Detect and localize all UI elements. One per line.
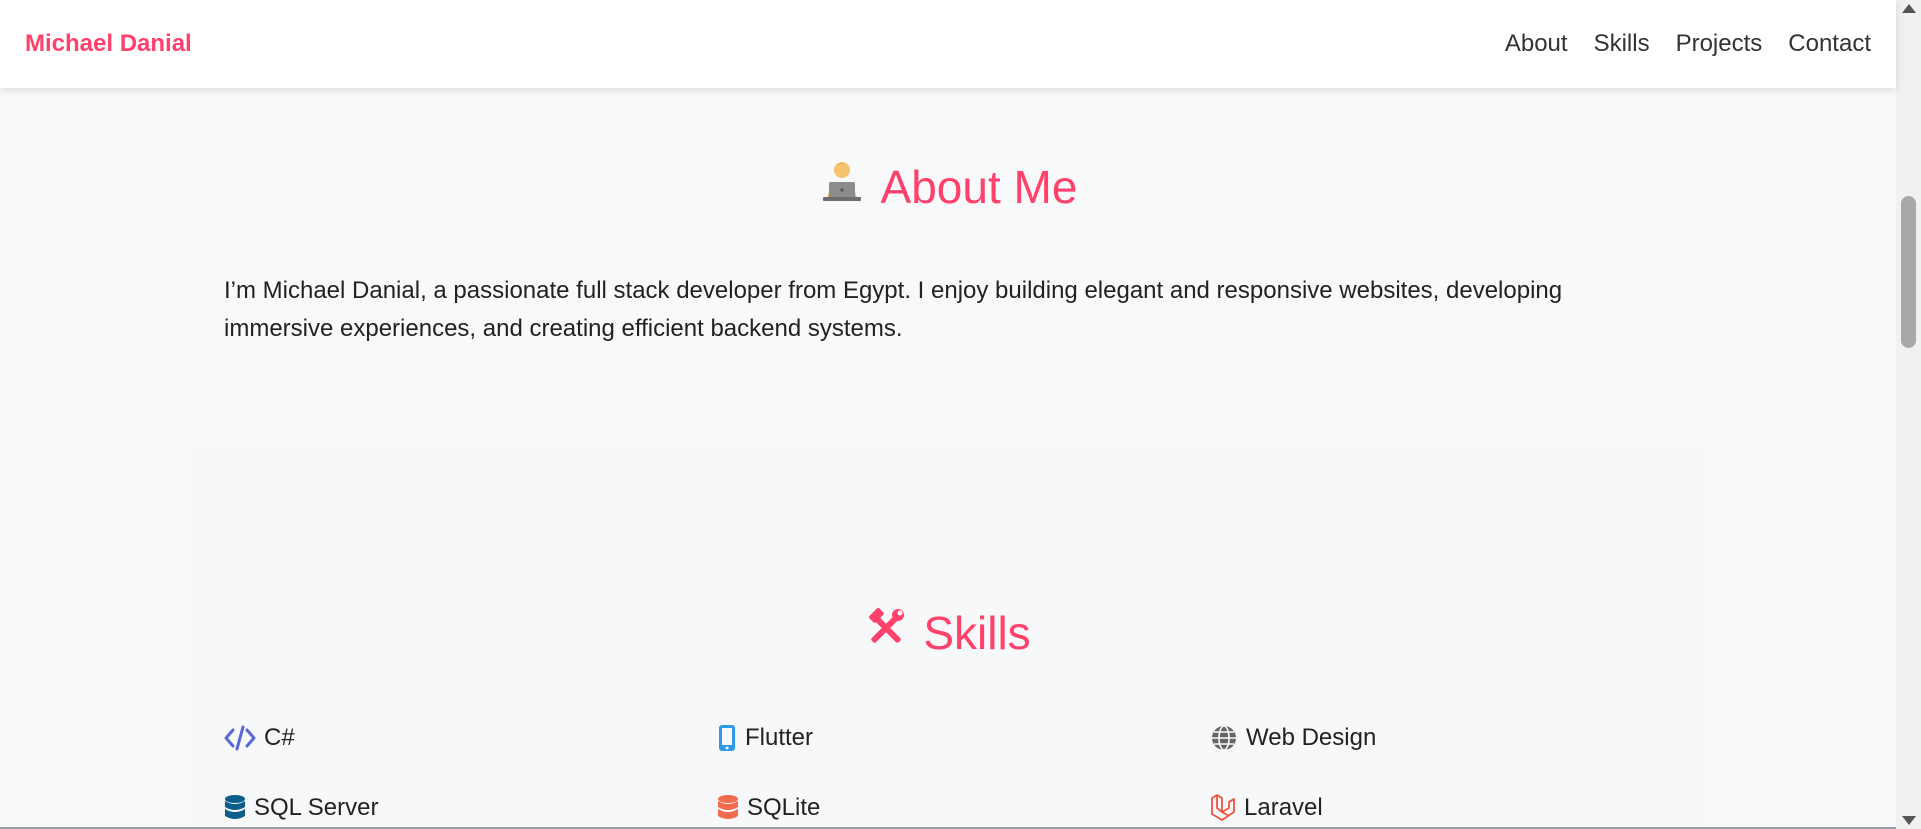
nav-link-about[interactable]: About [1505,30,1568,58]
database-icon [717,794,739,822]
skill-item-csharp: C# [224,724,295,752]
scrollbar[interactable] [1896,0,1921,829]
scroll-thumb[interactable] [1901,196,1916,348]
nav-link-contact[interactable]: Contact [1788,30,1871,58]
skill-item-sql-server: SQL Server [224,794,379,822]
main-content: About Me I’m Michael Danial, a passionat… [0,88,1896,829]
code-icon [224,725,256,751]
about-paragraph: I’m Michael Danial, a passionate full st… [224,277,1563,342]
scroll-up-arrow-icon[interactable] [1902,4,1916,13]
skill-item-sqlite: SQLite [717,794,820,822]
skill-label: SQLite [747,794,821,821]
skill-label: Laravel [1244,794,1323,821]
skills-title: Skills [923,607,1031,659]
skill-item-laravel: Laravel [1210,794,1323,822]
technologist-icon [819,158,865,215]
skill-label: SQL Server [254,794,379,821]
database-icon [224,794,246,822]
about-heading: About Me [0,158,1896,215]
laravel-icon [1210,794,1236,822]
skill-label: C# [264,724,295,751]
mobile-phone-icon [717,724,737,752]
about-title: About Me [880,160,1078,213]
navbar: Michael Danial About Skills Projects Con… [0,0,1896,88]
nav-links: About Skills Projects Contact [1505,30,1871,58]
scroll-down-arrow-icon[interactable] [1902,816,1916,825]
skill-item-web-design: Web Design [1210,724,1376,752]
skills-heading: Skills [0,606,1896,660]
brand-logo[interactable]: Michael Danial [25,30,192,58]
nav-link-skills[interactable]: Skills [1594,30,1650,58]
nav-link-projects[interactable]: Projects [1676,30,1763,58]
skill-label: Flutter [745,724,814,751]
skill-item-flutter: Flutter [717,724,813,752]
globe-icon [1210,724,1238,752]
hammer-wrench-icon [865,606,907,660]
skill-label: Web Design [1246,724,1377,751]
